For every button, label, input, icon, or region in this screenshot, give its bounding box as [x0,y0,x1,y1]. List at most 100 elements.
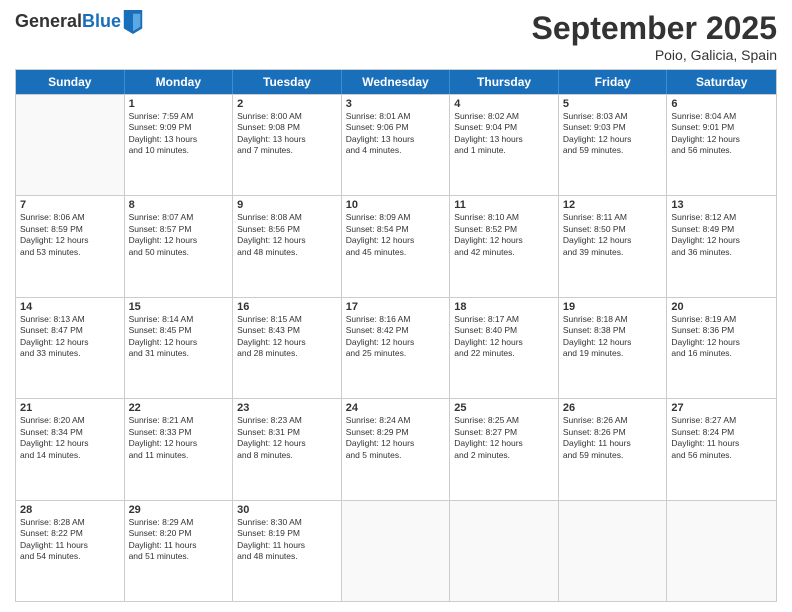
day-info: Sunrise: 8:24 AM Sunset: 8:29 PM Dayligh… [346,415,446,461]
day-number: 24 [346,402,446,414]
day-info: Sunrise: 8:29 AM Sunset: 8:20 PM Dayligh… [129,517,229,563]
day-number: 8 [129,199,229,211]
day-info: Sunrise: 8:25 AM Sunset: 8:27 PM Dayligh… [454,415,554,461]
calendar-cell: 27Sunrise: 8:27 AM Sunset: 8:24 PM Dayli… [667,399,776,499]
weekday-header: Thursday [450,70,559,94]
day-number: 7 [20,199,120,211]
calendar-cell: 28Sunrise: 8:28 AM Sunset: 8:22 PM Dayli… [16,501,125,601]
calendar-cell: 15Sunrise: 8:14 AM Sunset: 8:45 PM Dayli… [125,298,234,398]
calendar-cell: 17Sunrise: 8:16 AM Sunset: 8:42 PM Dayli… [342,298,451,398]
page: GeneralBlue September 2025 Poio, Galicia… [0,0,792,612]
day-number: 29 [129,504,229,516]
day-info: Sunrise: 8:04 AM Sunset: 9:01 PM Dayligh… [671,111,772,157]
calendar-cell [450,501,559,601]
day-info: Sunrise: 8:14 AM Sunset: 8:45 PM Dayligh… [129,314,229,360]
day-info: Sunrise: 8:03 AM Sunset: 9:03 PM Dayligh… [563,111,663,157]
calendar-cell: 25Sunrise: 8:25 AM Sunset: 8:27 PM Dayli… [450,399,559,499]
calendar-cell: 7Sunrise: 8:06 AM Sunset: 8:59 PM Daylig… [16,196,125,296]
weekday-header: Friday [559,70,668,94]
day-number: 20 [671,301,772,313]
calendar-cell: 21Sunrise: 8:20 AM Sunset: 8:34 PM Dayli… [16,399,125,499]
calendar-cell: 23Sunrise: 8:23 AM Sunset: 8:31 PM Dayli… [233,399,342,499]
calendar-row: 7Sunrise: 8:06 AM Sunset: 8:59 PM Daylig… [16,195,776,296]
calendar-cell [667,501,776,601]
calendar-body: 1Sunrise: 7:59 AM Sunset: 9:09 PM Daylig… [16,94,776,601]
day-info: Sunrise: 8:06 AM Sunset: 8:59 PM Dayligh… [20,212,120,258]
day-info: Sunrise: 8:30 AM Sunset: 8:19 PM Dayligh… [237,517,337,563]
header: GeneralBlue September 2025 Poio, Galicia… [15,10,777,63]
calendar-cell: 2Sunrise: 8:00 AM Sunset: 9:08 PM Daylig… [233,95,342,195]
day-info: Sunrise: 8:08 AM Sunset: 8:56 PM Dayligh… [237,212,337,258]
day-info: Sunrise: 7:59 AM Sunset: 9:09 PM Dayligh… [129,111,229,157]
day-number: 22 [129,402,229,414]
day-number: 5 [563,98,663,110]
day-number: 18 [454,301,554,313]
calendar-cell: 14Sunrise: 8:13 AM Sunset: 8:47 PM Dayli… [16,298,125,398]
day-number: 11 [454,199,554,211]
calendar-cell: 4Sunrise: 8:02 AM Sunset: 9:04 PM Daylig… [450,95,559,195]
calendar-cell: 12Sunrise: 8:11 AM Sunset: 8:50 PM Dayli… [559,196,668,296]
calendar-cell: 19Sunrise: 8:18 AM Sunset: 8:38 PM Dayli… [559,298,668,398]
day-info: Sunrise: 8:09 AM Sunset: 8:54 PM Dayligh… [346,212,446,258]
calendar-cell: 16Sunrise: 8:15 AM Sunset: 8:43 PM Dayli… [233,298,342,398]
day-number: 25 [454,402,554,414]
day-number: 21 [20,402,120,414]
calendar-row: 21Sunrise: 8:20 AM Sunset: 8:34 PM Dayli… [16,398,776,499]
day-number: 17 [346,301,446,313]
day-number: 10 [346,199,446,211]
day-info: Sunrise: 8:28 AM Sunset: 8:22 PM Dayligh… [20,517,120,563]
day-info: Sunrise: 8:23 AM Sunset: 8:31 PM Dayligh… [237,415,337,461]
calendar-row: 28Sunrise: 8:28 AM Sunset: 8:22 PM Dayli… [16,500,776,601]
day-info: Sunrise: 8:10 AM Sunset: 8:52 PM Dayligh… [454,212,554,258]
logo-general: GeneralBlue [15,12,121,32]
day-number: 6 [671,98,772,110]
calendar-cell: 29Sunrise: 8:29 AM Sunset: 8:20 PM Dayli… [125,501,234,601]
month-title: September 2025 [532,10,777,47]
day-number: 23 [237,402,337,414]
day-info: Sunrise: 8:02 AM Sunset: 9:04 PM Dayligh… [454,111,554,157]
day-number: 28 [20,504,120,516]
calendar-cell: 26Sunrise: 8:26 AM Sunset: 8:26 PM Dayli… [559,399,668,499]
day-info: Sunrise: 8:17 AM Sunset: 8:40 PM Dayligh… [454,314,554,360]
day-number: 9 [237,199,337,211]
logo-icon [123,10,143,34]
calendar-cell: 11Sunrise: 8:10 AM Sunset: 8:52 PM Dayli… [450,196,559,296]
weekday-header: Saturday [667,70,776,94]
day-info: Sunrise: 8:19 AM Sunset: 8:36 PM Dayligh… [671,314,772,360]
day-number: 2 [237,98,337,110]
day-number: 12 [563,199,663,211]
calendar-cell [16,95,125,195]
calendar-cell: 10Sunrise: 8:09 AM Sunset: 8:54 PM Dayli… [342,196,451,296]
day-number: 27 [671,402,772,414]
day-number: 14 [20,301,120,313]
day-number: 16 [237,301,337,313]
calendar-cell: 18Sunrise: 8:17 AM Sunset: 8:40 PM Dayli… [450,298,559,398]
day-number: 15 [129,301,229,313]
calendar-row: 1Sunrise: 7:59 AM Sunset: 9:09 PM Daylig… [16,94,776,195]
weekday-header: Tuesday [233,70,342,94]
calendar-cell: 30Sunrise: 8:30 AM Sunset: 8:19 PM Dayli… [233,501,342,601]
calendar-cell: 3Sunrise: 8:01 AM Sunset: 9:06 PM Daylig… [342,95,451,195]
calendar-cell [559,501,668,601]
title-area: September 2025 Poio, Galicia, Spain [532,10,777,63]
day-number: 1 [129,98,229,110]
day-info: Sunrise: 8:26 AM Sunset: 8:26 PM Dayligh… [563,415,663,461]
day-number: 13 [671,199,772,211]
day-info: Sunrise: 8:16 AM Sunset: 8:42 PM Dayligh… [346,314,446,360]
day-number: 30 [237,504,337,516]
day-info: Sunrise: 8:13 AM Sunset: 8:47 PM Dayligh… [20,314,120,360]
day-info: Sunrise: 8:27 AM Sunset: 8:24 PM Dayligh… [671,415,772,461]
day-number: 19 [563,301,663,313]
logo: GeneralBlue [15,10,143,34]
calendar-cell [342,501,451,601]
day-info: Sunrise: 8:07 AM Sunset: 8:57 PM Dayligh… [129,212,229,258]
calendar-cell: 20Sunrise: 8:19 AM Sunset: 8:36 PM Dayli… [667,298,776,398]
day-info: Sunrise: 8:11 AM Sunset: 8:50 PM Dayligh… [563,212,663,258]
calendar: SundayMondayTuesdayWednesdayThursdayFrid… [15,69,777,602]
day-info: Sunrise: 8:15 AM Sunset: 8:43 PM Dayligh… [237,314,337,360]
calendar-cell: 13Sunrise: 8:12 AM Sunset: 8:49 PM Dayli… [667,196,776,296]
day-info: Sunrise: 8:12 AM Sunset: 8:49 PM Dayligh… [671,212,772,258]
day-info: Sunrise: 8:21 AM Sunset: 8:33 PM Dayligh… [129,415,229,461]
calendar-cell: 24Sunrise: 8:24 AM Sunset: 8:29 PM Dayli… [342,399,451,499]
calendar-cell: 9Sunrise: 8:08 AM Sunset: 8:56 PM Daylig… [233,196,342,296]
